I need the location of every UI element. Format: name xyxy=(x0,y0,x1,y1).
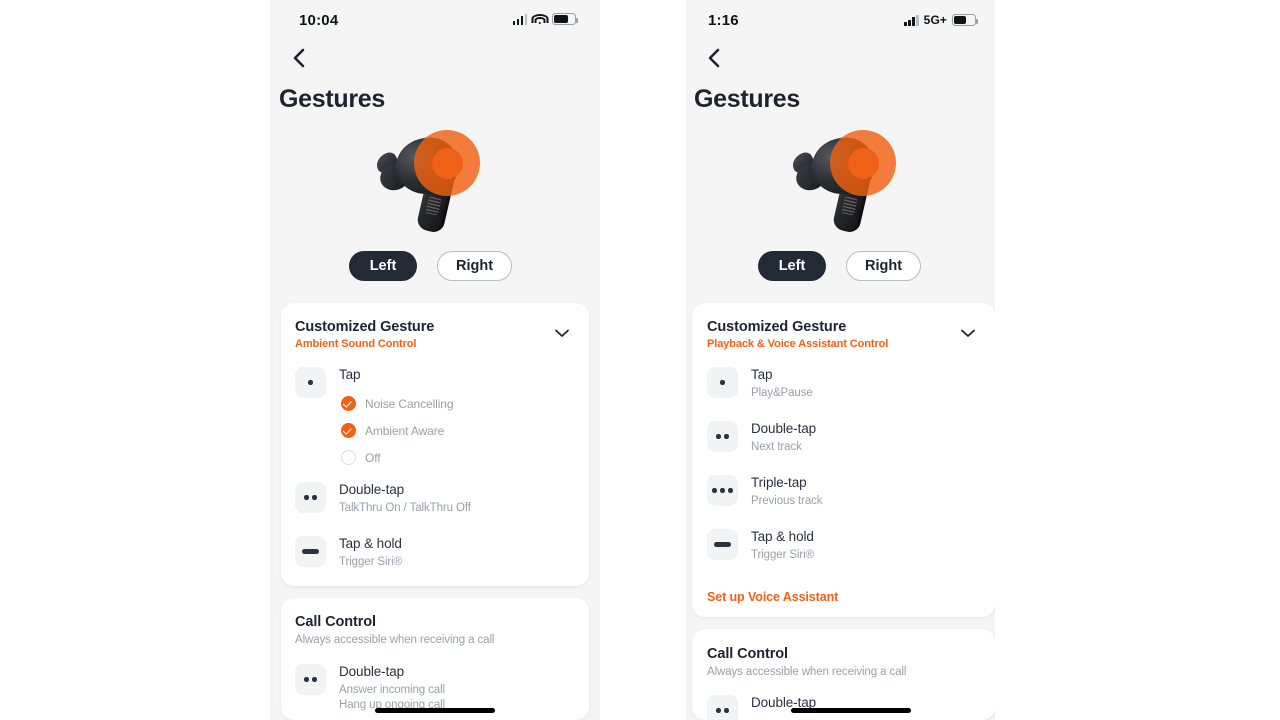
phone-screen-right: 1:16 5G+ Gestures Left Right Customized … xyxy=(686,0,995,720)
toggle-right-button[interactable]: Right xyxy=(437,251,513,281)
gesture-option[interactable]: Ambient Aware xyxy=(341,423,444,438)
status-indicators xyxy=(512,13,579,25)
touch-area-center xyxy=(432,148,463,179)
battery-icon xyxy=(552,13,579,25)
option-label: Ambient Aware xyxy=(365,423,445,438)
touch-area-center xyxy=(848,148,879,179)
gesture-description: Next track xyxy=(751,441,802,453)
back-button[interactable] xyxy=(286,45,312,71)
toggle-right-button[interactable]: Right xyxy=(846,251,922,281)
toggle-left-button[interactable]: Left xyxy=(349,251,417,281)
status-indicators: 5G+ xyxy=(904,13,979,27)
card-subtitle: Always accessible when receiving a call xyxy=(295,634,495,646)
card-subtitle: Ambient Sound Control xyxy=(295,338,417,350)
gesture-row[interactable]: Double-tap Answer incoming call Hang up … xyxy=(295,664,445,713)
call-control-card: Call Control Always accessible when rece… xyxy=(692,629,995,720)
card-title: Customized Gesture xyxy=(295,319,435,335)
battery-icon xyxy=(952,14,979,26)
wifi-icon xyxy=(531,13,548,25)
card-title: Call Control xyxy=(707,646,788,662)
status-time: 10:04 xyxy=(299,12,339,29)
customized-gesture-card: Customized Gesture Ambient Sound Control… xyxy=(281,303,589,586)
earbud-illustration xyxy=(786,124,906,235)
collapse-toggle[interactable] xyxy=(957,322,979,344)
option-label: Off xyxy=(365,450,381,465)
phone-screen-left: 10:04 Gestures Left Right Customized Ges… xyxy=(270,0,600,720)
card-subtitle: Playback & Voice Assistant Control xyxy=(707,338,889,350)
gesture-description: TalkThru On / TalkThru Off xyxy=(339,502,471,514)
card-title: Call Control xyxy=(295,614,376,630)
earbud-illustration xyxy=(370,124,490,235)
single-tap-icon xyxy=(707,367,738,398)
gesture-description: Trigger Siri® xyxy=(751,549,814,561)
cellular-signal-icon xyxy=(512,13,527,25)
card-title: Customized Gesture xyxy=(707,319,847,335)
gesture-name: Tap & hold xyxy=(751,529,814,544)
checked-radio-icon xyxy=(341,423,356,438)
gesture-row[interactable]: Tap xyxy=(295,367,361,398)
home-indicator xyxy=(375,708,495,713)
tap-hold-icon xyxy=(295,536,326,567)
status-time: 1:16 xyxy=(708,12,739,29)
single-tap-icon xyxy=(295,367,326,398)
gesture-row[interactable]: Tap & hold Trigger Siri® xyxy=(295,536,402,570)
gesture-description: Previous track xyxy=(751,495,823,507)
earbud-side-toggle: Left Right xyxy=(758,251,922,281)
gesture-description: Trigger Siri® xyxy=(339,556,402,568)
double-tap-icon xyxy=(295,482,326,513)
chevron-left-icon xyxy=(293,48,305,68)
gesture-description: Answer incoming call xyxy=(339,684,446,696)
gesture-row[interactable]: Tap & hold Trigger Siri® xyxy=(707,529,814,563)
gesture-row[interactable]: Double-tap TalkThru On / TalkThru Off xyxy=(295,482,471,516)
page-title: Gestures xyxy=(694,85,800,113)
cellular-signal-icon xyxy=(904,14,919,26)
unchecked-radio-icon xyxy=(341,450,356,465)
set-up-voice-assistant-link[interactable]: Set up Voice Assistant xyxy=(707,590,838,604)
home-indicator xyxy=(791,708,911,713)
gesture-name: Double-tap xyxy=(339,664,405,679)
status-bar: 10:04 xyxy=(270,0,600,34)
customized-gesture-card: Customized Gesture Playback & Voice Assi… xyxy=(692,303,995,617)
chevron-down-icon xyxy=(555,329,569,337)
collapse-toggle[interactable] xyxy=(551,322,573,344)
cellular-5g-icon: 5G+ xyxy=(923,13,947,27)
toggle-left-button[interactable]: Left xyxy=(758,251,826,281)
gesture-name: Tap xyxy=(751,367,773,382)
gesture-row[interactable]: Double-tap Next track xyxy=(707,421,816,455)
double-tap-icon xyxy=(295,664,326,695)
earbud-side-toggle: Left Right xyxy=(349,251,513,281)
call-control-card: Call Control Always accessible when rece… xyxy=(281,598,589,720)
option-label: Noise Cancelling xyxy=(365,396,454,411)
gesture-name: Double-tap xyxy=(339,482,405,497)
gesture-name: Tap xyxy=(339,367,361,382)
status-bar: 1:16 5G+ xyxy=(686,0,995,34)
gesture-row[interactable]: Triple-tap Previous track xyxy=(707,475,823,509)
back-button[interactable] xyxy=(701,45,727,71)
checked-radio-icon xyxy=(341,396,356,411)
gesture-row[interactable]: Tap Play&Pause xyxy=(707,367,813,401)
gesture-description: Play&Pause xyxy=(751,387,813,399)
gesture-name: Double-tap xyxy=(751,421,817,436)
gesture-name: Tap & hold xyxy=(339,536,402,551)
card-subtitle: Always accessible when receiving a call xyxy=(707,666,907,678)
double-tap-icon xyxy=(707,695,738,720)
tap-hold-icon xyxy=(707,529,738,560)
gesture-option[interactable]: Noise Cancelling xyxy=(341,396,454,411)
gesture-option[interactable]: Off xyxy=(341,450,381,465)
chevron-left-icon xyxy=(708,48,720,68)
screenshot-stage: 10:04 Gestures Left Right Customized Ges… xyxy=(0,0,1280,720)
triple-tap-icon xyxy=(707,475,738,506)
page-title: Gestures xyxy=(279,85,385,113)
gesture-name: Triple-tap xyxy=(751,475,807,490)
double-tap-icon xyxy=(707,421,738,452)
chevron-down-icon xyxy=(961,329,975,337)
